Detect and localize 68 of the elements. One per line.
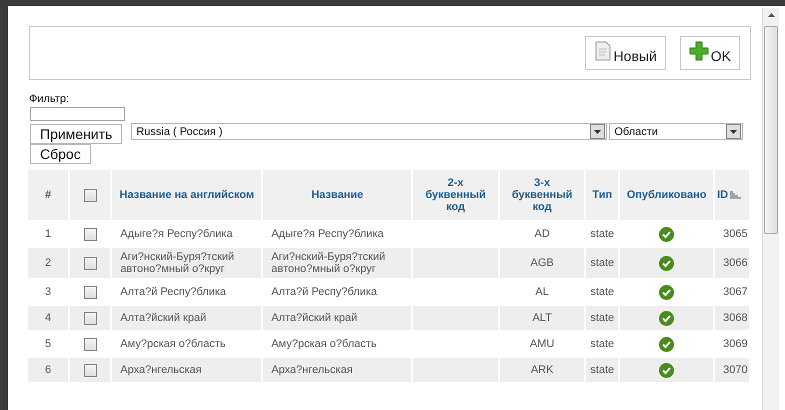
- table-cell: 3068: [723, 312, 748, 324]
- checkbox[interactable]: [84, 188, 97, 202]
- plus-icon: [688, 41, 709, 61]
- checkbox[interactable]: [84, 364, 97, 376]
- check-icon[interactable]: [659, 336, 674, 352]
- table-cell: 3066: [723, 257, 748, 269]
- table-cell: Адыге?я Респу?блика: [271, 228, 384, 240]
- table-cell: Алта?й Респу?блика: [120, 286, 226, 298]
- table-cell: AMU: [530, 338, 554, 350]
- dropdown-arrow-icon[interactable]: [730, 130, 738, 134]
- table-cell: 3067: [723, 286, 748, 298]
- scroll-up-icon[interactable]: [768, 13, 774, 17]
- table-cell: Аму?рская о?бласть: [271, 338, 377, 350]
- check-icon[interactable]: [659, 226, 674, 242]
- document-icon: [594, 41, 612, 61]
- table-cell: state: [590, 338, 614, 350]
- checkbox[interactable]: [84, 338, 97, 350]
- table-cell: Алта?йский край: [120, 312, 206, 324]
- table-cell: state: [590, 257, 614, 269]
- table-cell: Аги?нский-Буря?тский автоно?мный о?круг: [271, 251, 386, 275]
- table-cell: Алта?й Респу?блика: [271, 286, 378, 298]
- table-cell: 3069: [723, 338, 748, 350]
- table-cell: Алта?йский край: [271, 312, 358, 324]
- checkbox[interactable]: [84, 256, 97, 270]
- sort-icon[interactable]: [730, 191, 742, 200]
- table-cell: 4: [45, 312, 52, 324]
- reset-button[interactable]: Сброс: [30, 144, 91, 164]
- checkbox[interactable]: [84, 286, 97, 298]
- check-icon[interactable]: [659, 310, 674, 326]
- apply-button[interactable]: Применить: [30, 124, 122, 144]
- table-cell: AL: [535, 286, 549, 298]
- table-cell: Адыге?я Респу?блика: [120, 228, 233, 240]
- table-cell: 3: [45, 286, 52, 298]
- column-header: #: [45, 189, 52, 201]
- table-cell: 3070: [723, 364, 748, 376]
- checkbox[interactable]: [84, 228, 97, 240]
- ok-button[interactable]: OK: [680, 36, 740, 70]
- table-cell: state: [590, 312, 614, 324]
- table-cell: Арха?нгельская: [271, 364, 353, 376]
- column-header[interactable]: Тип: [592, 189, 612, 201]
- dropdown-arrow-icon[interactable]: [594, 130, 602, 134]
- country-select[interactable]: Russia ( Россия ): [131, 123, 608, 140]
- table-cell: ALT: [532, 312, 552, 324]
- column-header[interactable]: ID: [717, 189, 728, 201]
- table-cell: Арха?нгельская: [120, 364, 202, 376]
- check-icon[interactable]: [659, 362, 674, 378]
- table-cell: state: [590, 286, 614, 298]
- table-cell: AGB: [530, 257, 554, 269]
- table-cell: Аму?рская о?бласть: [120, 338, 226, 350]
- table-cell: ARK: [530, 364, 554, 376]
- table-cell: 1: [45, 228, 52, 240]
- check-icon[interactable]: [659, 256, 674, 270]
- table-cell: 6: [45, 364, 52, 376]
- new-button[interactable]: Новый: [584, 36, 666, 70]
- region-type-select[interactable]: Области: [609, 123, 744, 140]
- filter-label: Фильтр:: [29, 93, 70, 105]
- table-cell: 3065: [723, 228, 748, 240]
- table-cell: AD: [534, 228, 550, 240]
- table-cell: state: [590, 364, 614, 376]
- checkbox[interactable]: [84, 312, 97, 324]
- table-cell: 5: [45, 338, 52, 350]
- filter-field[interactable]: [30, 107, 125, 121]
- scrollbar[interactable]: [762, 8, 779, 410]
- check-icon[interactable]: [659, 284, 674, 300]
- column-header[interactable]: Название: [311, 189, 364, 201]
- table-cell: 2: [45, 257, 52, 269]
- table-cell: Аги?нский-Буря?тский автоно?мный о?круг: [120, 251, 234, 275]
- table-cell: state: [590, 228, 614, 240]
